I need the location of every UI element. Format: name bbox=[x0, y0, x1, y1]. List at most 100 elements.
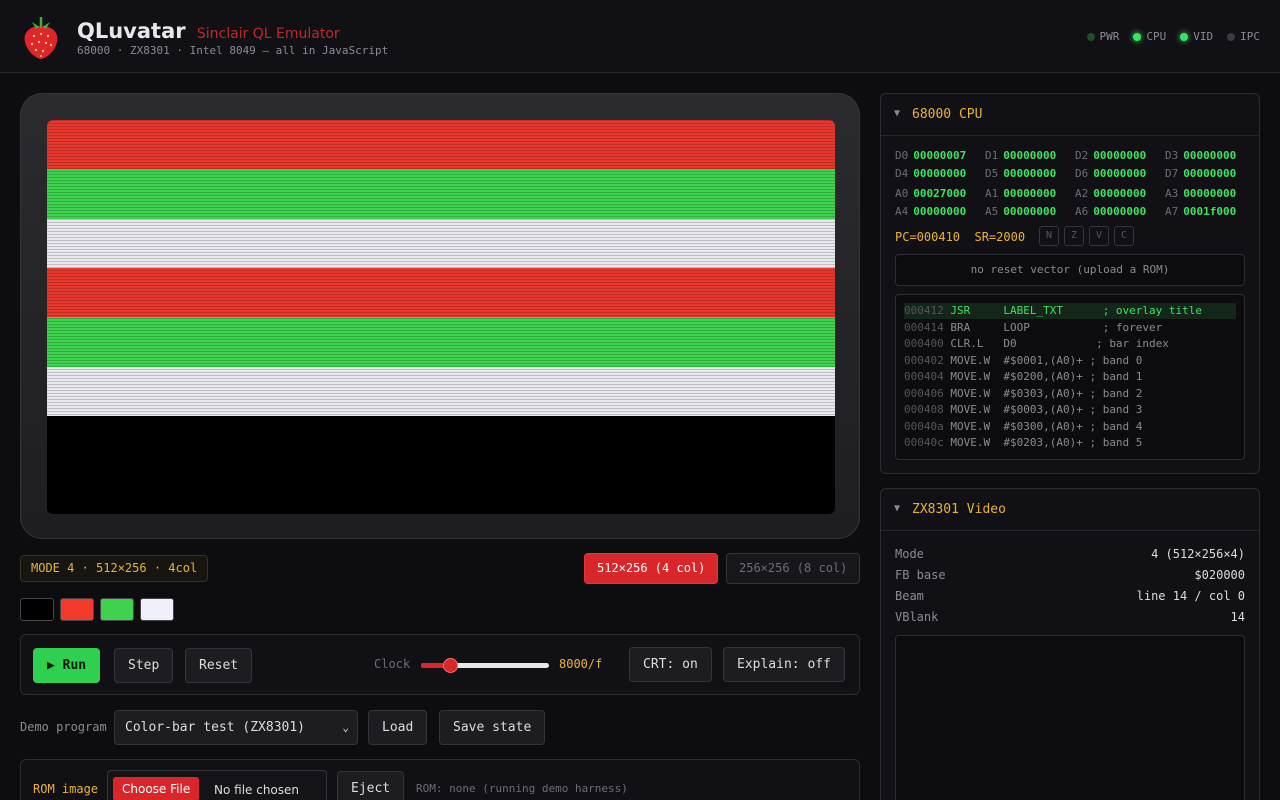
app-header: QLuvatar Sinclair QL Emulator 68000 · ZX… bbox=[0, 0, 1280, 73]
disasm-line[interactable]: 000402 MOVE.W #$0001,(A0)+ ; band 0 bbox=[904, 353, 1236, 369]
screen-color-band bbox=[47, 218, 835, 269]
save-state-button[interactable]: Save state bbox=[439, 710, 546, 745]
status-leds: PWR CPU VID IPC bbox=[1086, 30, 1260, 43]
register-name: D0 bbox=[895, 149, 909, 162]
register-value: 00000000 bbox=[1093, 167, 1147, 180]
led-label: VID bbox=[1193, 30, 1214, 43]
register-value: 00000000 bbox=[1003, 149, 1057, 162]
resolution-256-button[interactable]: 256×256 (8 col) bbox=[726, 553, 861, 584]
reset-vector-message: no reset vector (upload a ROM) bbox=[895, 254, 1245, 286]
flag-v: V bbox=[1089, 226, 1109, 246]
app-subtitle: Sinclair QL Emulator bbox=[196, 26, 340, 42]
run-label: Run bbox=[62, 658, 87, 673]
led-dot-icon bbox=[1133, 32, 1142, 41]
register-value: 00000000 bbox=[1183, 187, 1237, 200]
palette-swatch-white bbox=[140, 598, 174, 621]
register-name: D5 bbox=[985, 167, 999, 180]
choose-file-button[interactable]: Choose File bbox=[113, 777, 200, 800]
disasm-line[interactable]: 00040a MOVE.W #$0300,(A0)+ ; band 4 bbox=[904, 419, 1236, 435]
disassembly-view[interactable]: 000412 JSR LABEL_TXT ; overlay title 0004… bbox=[895, 294, 1245, 460]
clock-slider-handle[interactable] bbox=[443, 658, 459, 673]
app-title: QLuvatar bbox=[77, 19, 186, 43]
disasm-address: 00040c bbox=[904, 436, 944, 449]
screen-color-band bbox=[47, 267, 835, 318]
clock-slider[interactable] bbox=[421, 658, 549, 673]
cpu-panel-header[interactable]: ▼ 68000 CPU bbox=[881, 94, 1259, 136]
pc-value: PC=000410 bbox=[895, 230, 961, 244]
register-name: D2 bbox=[1075, 149, 1089, 162]
disasm-line[interactable]: 000406 MOVE.W #$0303,(A0)+ ; band 2 bbox=[904, 386, 1236, 402]
collapse-triangle-icon: ▼ bbox=[894, 503, 901, 514]
register-name: A6 bbox=[1075, 205, 1089, 218]
load-button[interactable]: Load bbox=[368, 710, 428, 745]
video-row-value: 14 bbox=[1230, 610, 1245, 624]
run-button[interactable]: ▶ Run bbox=[33, 648, 101, 683]
register-d6: D6 00000000 bbox=[1075, 167, 1146, 180]
disasm-line[interactable]: 00040c MOVE.W #$0203,(A0)+ ; band 5 bbox=[904, 435, 1236, 451]
screen-color-band bbox=[47, 169, 835, 219]
led-label: IPC bbox=[1240, 30, 1260, 43]
disasm-line[interactable]: 000404 MOVE.W #$0200,(A0)+ ; band 1 bbox=[904, 369, 1236, 385]
cpu-panel-title: 68000 CPU bbox=[912, 107, 983, 122]
rom-file-input[interactable]: Choose File No file chosen bbox=[107, 770, 327, 800]
led-dot-icon bbox=[1227, 32, 1236, 41]
video-row-fb-base: FB base $020000 bbox=[895, 568, 1245, 582]
demo-program-select[interactable]: Color-bar test (ZX8301) ⌄ bbox=[114, 710, 358, 745]
eject-button[interactable]: Eject bbox=[337, 771, 405, 800]
resolution-512-button[interactable]: 512×256 (4 col) bbox=[584, 553, 719, 584]
disasm-instruction: JSR LABEL_TXT ; overlay title bbox=[943, 304, 1203, 317]
reset-button[interactable]: Reset bbox=[185, 648, 253, 683]
video-row-key: Beam bbox=[895, 589, 924, 603]
register-name: D4 bbox=[895, 167, 909, 180]
clock-value: 8000/f bbox=[559, 657, 603, 671]
register-name: D7 bbox=[1165, 167, 1179, 180]
strawberry-icon bbox=[24, 17, 58, 59]
emulator-screen[interactable] bbox=[47, 120, 835, 514]
disasm-instruction: MOVE.W #$0003,(A0)+ ; band 3 bbox=[943, 403, 1143, 416]
disasm-line[interactable]: 000400 CLR.L D0 ; bar index bbox=[904, 336, 1236, 352]
video-preview-box bbox=[895, 635, 1245, 800]
title-row: QLuvatar Sinclair QL Emulator bbox=[77, 19, 340, 43]
crt-toggle-button[interactable]: CRT: on bbox=[629, 647, 712, 682]
video-row-key: VBlank bbox=[895, 610, 939, 624]
step-button[interactable]: Step bbox=[114, 648, 174, 683]
sr-value: SR=2000 bbox=[974, 230, 1026, 244]
register-value: 0001f000 bbox=[1183, 205, 1237, 218]
register-value: 00000000 bbox=[1093, 149, 1147, 162]
crt-monitor bbox=[20, 93, 860, 539]
led-label: CPU bbox=[1146, 30, 1167, 43]
register-name: D1 bbox=[985, 149, 999, 162]
flag-z: Z bbox=[1064, 226, 1084, 246]
rom-panel: ROM image Choose File No file chosen Eje… bbox=[20, 759, 860, 800]
disasm-line[interactable]: 000414 BRA LOOP ; forever bbox=[904, 320, 1236, 336]
explain-toggle-button[interactable]: Explain: off bbox=[723, 647, 845, 682]
register-name: A1 bbox=[985, 187, 999, 200]
register-d5: D5 00000000 bbox=[985, 167, 1056, 180]
led-label: PWR bbox=[1099, 30, 1120, 43]
disasm-line-current[interactable]: 000412 JSR LABEL_TXT ; overlay title bbox=[904, 303, 1236, 319]
rom-image-label: ROM image bbox=[33, 782, 99, 796]
register-d7: D7 00000000 bbox=[1165, 167, 1236, 180]
disasm-address: 000406 bbox=[904, 386, 944, 400]
play-icon: ▶ bbox=[47, 658, 55, 673]
app-tagline: 68000 · ZX8301 · Intel 8049 — all in Jav… bbox=[77, 44, 389, 57]
register-name: D3 bbox=[1165, 149, 1179, 162]
screen-color-band bbox=[47, 366, 835, 416]
demo-program-label: Demo program bbox=[20, 720, 107, 734]
register-a1: A1 00000000 bbox=[985, 187, 1056, 200]
register-a3: A3 00000000 bbox=[1165, 187, 1236, 200]
video-row-key: FB base bbox=[895, 568, 946, 582]
video-panel-header[interactable]: ▼ ZX8301 Video bbox=[881, 489, 1259, 531]
register-name: A3 bbox=[1165, 187, 1179, 200]
register-a6: A6 00000000 bbox=[1075, 205, 1146, 218]
disasm-instruction: MOVE.W #$0300,(A0)+ ; band 4 bbox=[943, 419, 1143, 433]
register-d4: D4 00000000 bbox=[895, 167, 966, 180]
flag-n: N bbox=[1039, 226, 1059, 246]
disasm-line[interactable]: 000408 MOVE.W #$0003,(A0)+ ; band 3 bbox=[904, 402, 1236, 418]
register-a2: A2 00000000 bbox=[1075, 187, 1146, 200]
disasm-address: 000404 bbox=[904, 370, 944, 383]
register-value: 00000000 bbox=[1003, 205, 1057, 218]
disasm-instruction: BRA LOOP ; forever bbox=[943, 320, 1163, 334]
register-value: 00000000 bbox=[1003, 187, 1057, 200]
disasm-address: 000408 bbox=[904, 403, 944, 416]
